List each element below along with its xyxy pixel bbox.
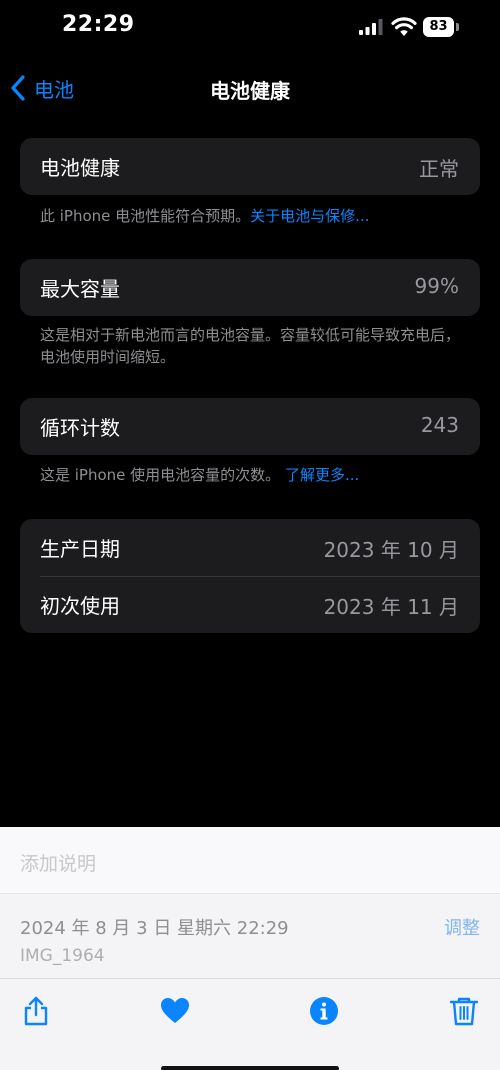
share-icon[interactable] — [20, 995, 52, 1027]
caption-field[interactable]: 添加说明 — [0, 827, 500, 894]
battery-percent: 83 — [429, 19, 448, 34]
status-time: 22:29 — [62, 12, 135, 37]
cycle-count-label: 循环计数 — [40, 416, 120, 440]
cycle-count-footnote: 这是 iPhone 使用电池容量的次数。 了解更多... — [40, 464, 470, 486]
learn-more-link[interactable]: 了解更多... — [285, 466, 359, 484]
nav-bar: 电池 电池健康 — [0, 62, 500, 114]
max-capacity-value: 99% — [414, 274, 459, 298]
photo-filename: IMG_1964 — [20, 946, 105, 966]
photo-info-sheet: 添加说明 2024 年 8 月 3 日 星期六 22:29 IMG_1964 调… — [0, 827, 500, 1070]
adjust-button[interactable]: 调整 — [444, 914, 480, 940]
battery-health-footnote: 此 iPhone 电池性能符合预期。关于电池与保修... — [40, 205, 470, 227]
battery-warranty-link[interactable]: 关于电池与保修... — [250, 207, 369, 225]
manufacture-date-row: 生产日期 2023 年 10 月 — [20, 519, 480, 577]
battery-health-card: 电池健康 正常 — [20, 138, 480, 195]
cellular-signal-icon — [359, 19, 383, 35]
caption-placeholder[interactable]: 添加说明 — [20, 849, 96, 876]
cycle-count-value: 243 — [420, 413, 459, 437]
battery-health-label: 电池健康 — [40, 156, 120, 180]
cycle-count-note-text: 这是 iPhone 使用电池容量的次数。 — [40, 466, 281, 484]
dates-card: 生产日期 2023 年 10 月 初次使用 2023 年 11 月 — [20, 519, 480, 633]
max-capacity-label: 最大容量 — [40, 277, 120, 301]
battery-health-row: 电池健康 正常 — [20, 138, 480, 195]
wifi-icon — [391, 17, 417, 36]
cycle-count-row: 循环计数 243 — [20, 398, 480, 455]
page-title: 电池健康 — [210, 79, 290, 103]
manufacture-date-label: 生产日期 — [40, 537, 120, 561]
home-indicator — [161, 1066, 339, 1070]
photo-metadata: 2024 年 8 月 3 日 星期六 22:29 IMG_1964 调整 — [0, 894, 500, 978]
status-bar: 22:29 83 — [0, 0, 500, 58]
manufacture-date-value: 2023 年 10 月 — [323, 538, 459, 562]
battery-icon: 83 — [423, 17, 461, 37]
photo-toolbar — [0, 978, 500, 1070]
first-use-value: 2023 年 11 月 — [323, 595, 459, 619]
max-capacity-card: 最大容量 99% — [20, 259, 480, 316]
photo-date: 2024 年 8 月 3 日 星期六 22:29 — [20, 918, 289, 939]
max-capacity-footnote: 这是相对于新电池而言的电池容量。容量较低可能导致充电后，电池使用时间缩短。 — [40, 326, 461, 366]
battery-health-note-text: 此 iPhone 电池性能符合预期。 — [40, 207, 251, 225]
first-use-row: 初次使用 2023 年 11 月 — [20, 576, 480, 633]
screen: 22:29 83 电池 电池健康 电池健康 正常 此 iPhone 电池性能符合… — [0, 0, 500, 1070]
first-use-label: 初次使用 — [40, 594, 120, 618]
battery-health-value: 正常 — [419, 157, 459, 181]
heart-icon[interactable] — [159, 995, 191, 1027]
trash-icon[interactable] — [448, 995, 480, 1027]
max-capacity-row: 最大容量 99% — [20, 259, 480, 316]
cycle-count-card: 循环计数 243 — [20, 398, 480, 455]
info-icon[interactable] — [308, 995, 340, 1027]
